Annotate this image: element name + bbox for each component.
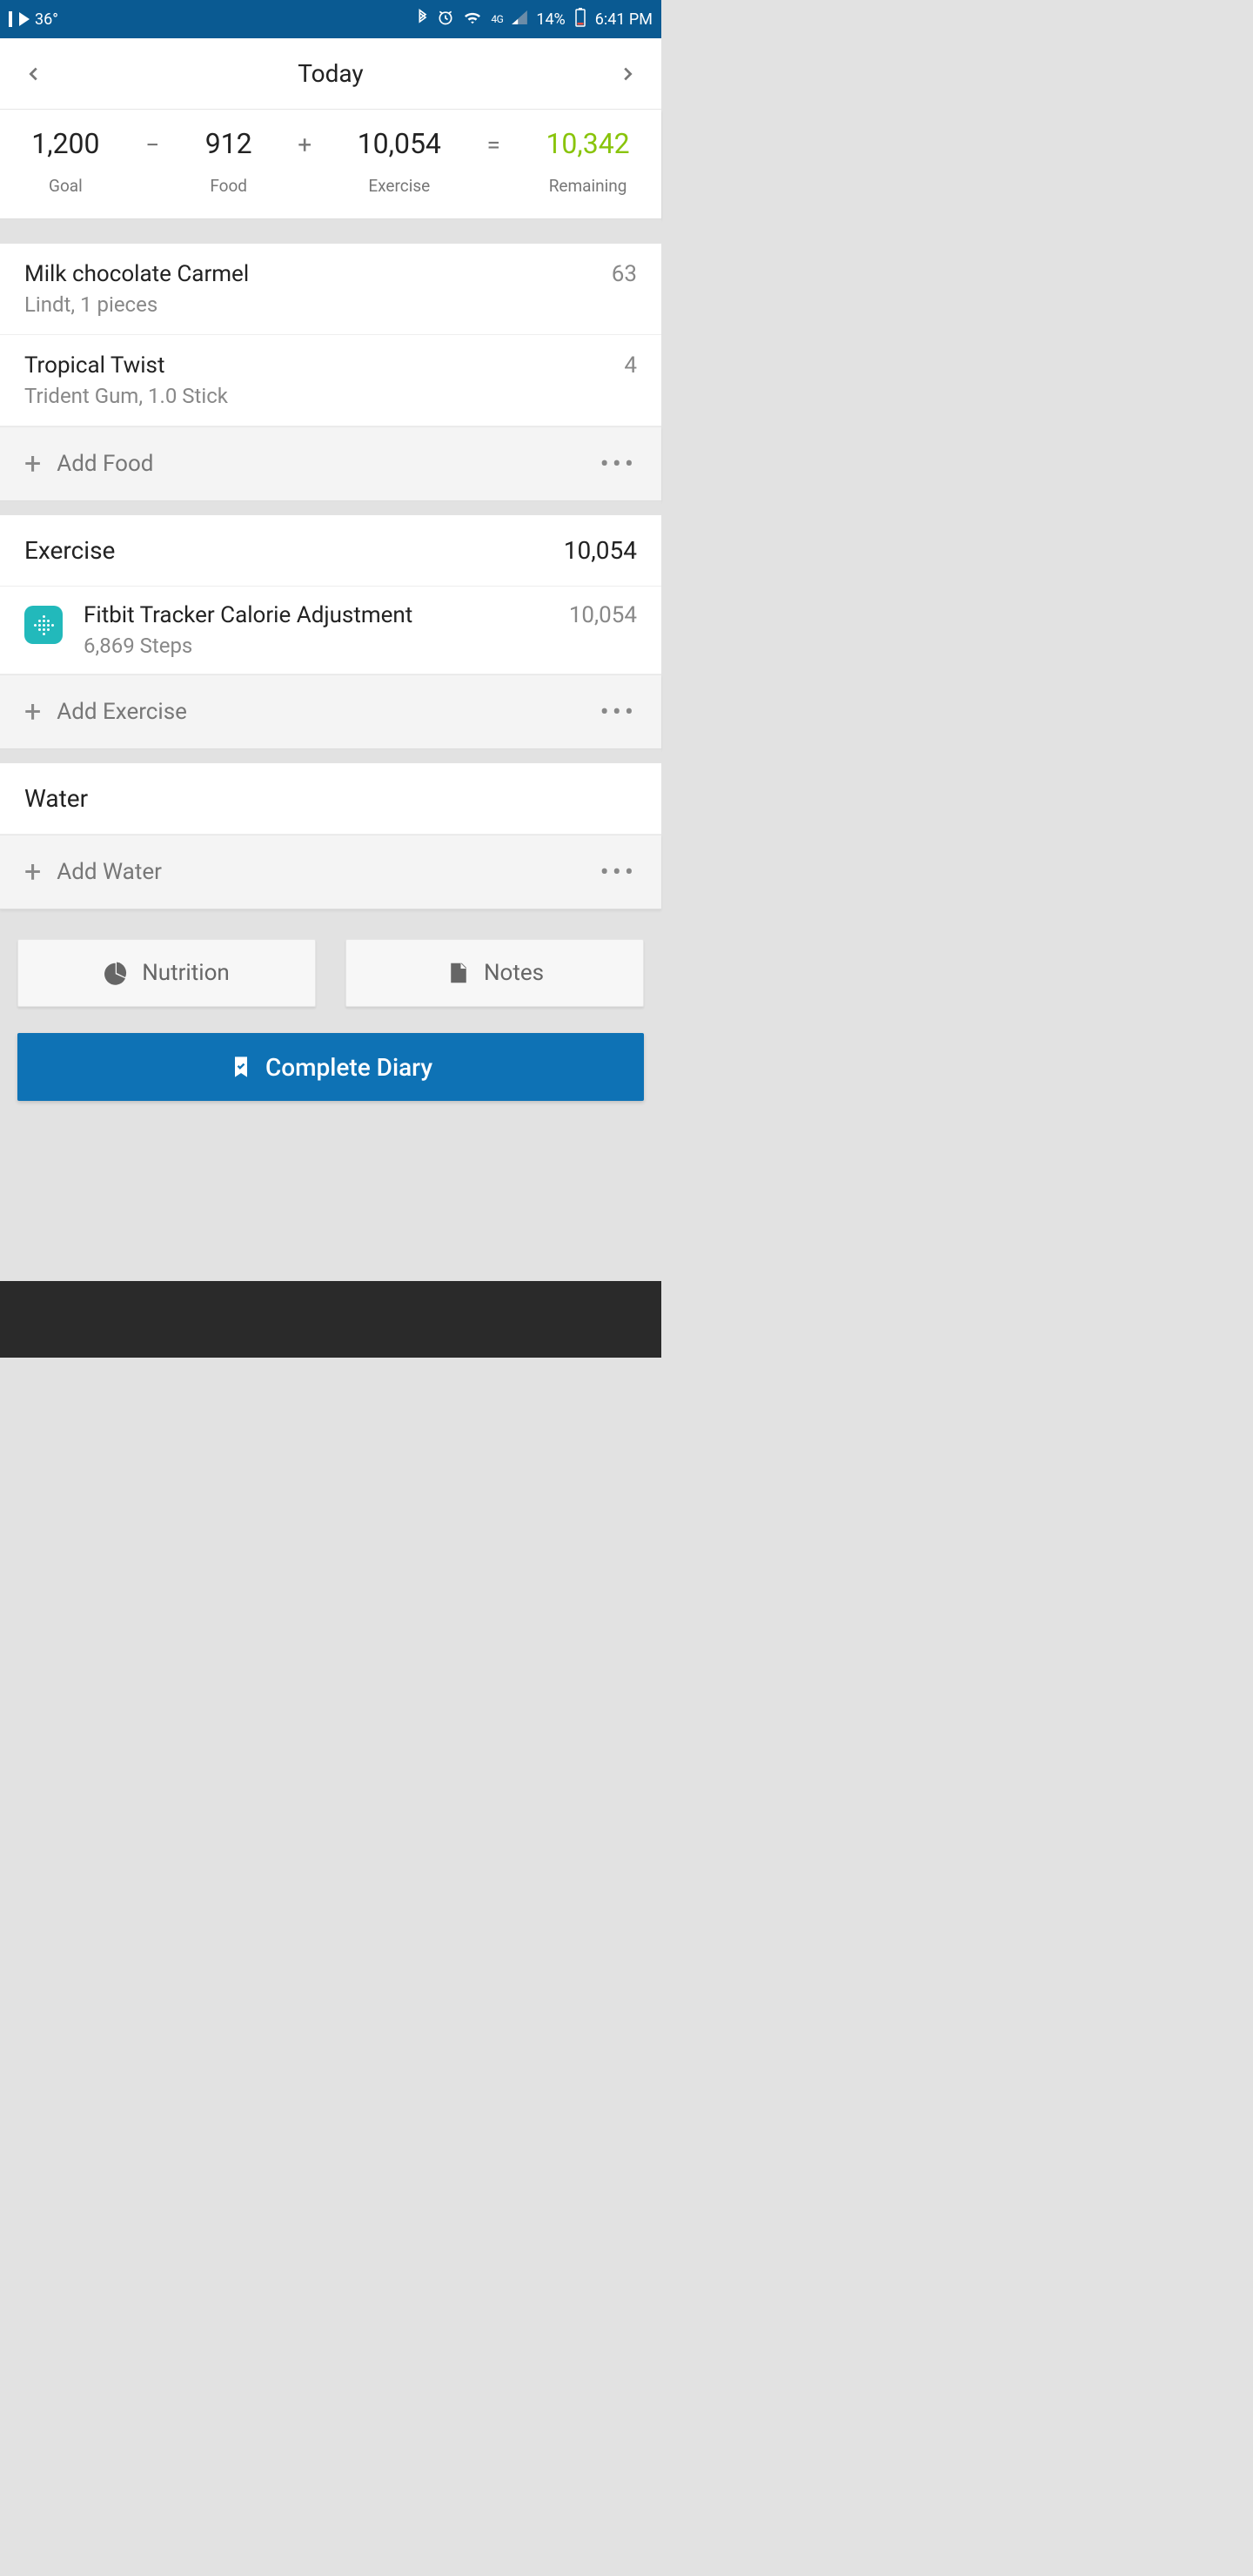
- food-item[interactable]: Tropical Twist Trident Gum, 1.0 Stick 4: [0, 335, 661, 426]
- more-icon[interactable]: •••: [600, 857, 637, 888]
- play-icon: [19, 12, 30, 26]
- exercise-section-header[interactable]: Exercise 10,054: [0, 515, 661, 587]
- date-header: Today: [0, 38, 661, 110]
- next-day-button[interactable]: [593, 38, 661, 109]
- summary-remaining-label: Remaining: [549, 176, 627, 196]
- summary-food-value: 912: [205, 127, 252, 160]
- summary-goal-value: 1,200: [31, 127, 99, 160]
- food-item[interactable]: Milk chocolate Carmel Lindt, 1 pieces 63: [0, 244, 661, 335]
- header-title[interactable]: Today: [298, 59, 363, 88]
- summary-food-label: Food: [210, 176, 247, 196]
- summary-exercise-value: 10,054: [358, 127, 441, 160]
- food-sub: Lindt, 1 pieces: [24, 292, 249, 317]
- add-exercise-label: Add Exercise: [57, 699, 187, 725]
- summary-goal: 1,200 Goal: [31, 127, 99, 196]
- add-water-button[interactable]: + Add Water •••: [0, 835, 661, 909]
- prev-day-button[interactable]: [0, 38, 68, 109]
- plus-icon: +: [24, 446, 41, 481]
- add-food-label: Add Food: [57, 451, 153, 477]
- notes-button[interactable]: Notes: [345, 939, 644, 1007]
- signal-icon: [512, 10, 527, 29]
- plus-op: +: [298, 127, 312, 159]
- food-sub: Trident Gum, 1.0 Stick: [24, 384, 228, 408]
- plus-icon: +: [24, 855, 41, 889]
- water-title: Water: [24, 784, 88, 813]
- calorie-summary[interactable]: 1,200 Goal − 912 Food + 10,054 Exercise …: [0, 110, 661, 219]
- android-navbar: [0, 1281, 661, 1358]
- food-cal: 4: [624, 352, 637, 408]
- add-food-button[interactable]: + Add Food •••: [0, 426, 661, 501]
- summary-remaining: 10,342 Remaining: [546, 127, 629, 196]
- wifi-icon: [463, 10, 482, 30]
- bluetooth-icon: [414, 9, 428, 30]
- summary-goal-label: Goal: [49, 176, 83, 196]
- complete-diary-button[interactable]: Complete Diary: [17, 1033, 644, 1101]
- vibrate-icon: [9, 11, 12, 27]
- exercise-name: Fitbit Tracker Calorie Adjustment: [84, 602, 412, 628]
- summary-exercise: 10,054 Exercise: [358, 127, 441, 196]
- exercise-total: 10,054: [564, 536, 637, 565]
- exercise-sub: 6,869 Steps: [84, 634, 412, 658]
- nutrition-label: Nutrition: [142, 960, 230, 986]
- food-cal: 63: [612, 261, 637, 317]
- summary-remaining-value: 10,342: [546, 127, 629, 160]
- summary-exercise-label: Exercise: [368, 176, 430, 196]
- add-water-label: Add Water: [57, 859, 162, 885]
- exercise-item[interactable]: Fitbit Tracker Calorie Adjustment 6,869 …: [0, 587, 661, 674]
- food-name: Milk chocolate Carmel: [24, 261, 249, 287]
- network-label: 4G: [491, 13, 503, 25]
- fitbit-icon: [24, 606, 63, 644]
- exercise-title: Exercise: [24, 536, 115, 565]
- notes-icon: [446, 960, 472, 986]
- battery-icon: [574, 8, 586, 31]
- bookmark-check-icon: [229, 1055, 253, 1079]
- food-name: Tropical Twist: [24, 352, 228, 379]
- pie-chart-icon: [104, 960, 130, 986]
- status-temp: 36°: [35, 10, 58, 29]
- water-section-header[interactable]: Water: [0, 763, 661, 835]
- summary-food: 912 Food: [205, 127, 252, 196]
- battery-percent: 14%: [536, 10, 565, 29]
- minus-op: −: [145, 127, 159, 159]
- plus-icon: +: [24, 694, 41, 729]
- more-icon[interactable]: •••: [600, 449, 637, 480]
- notes-label: Notes: [484, 960, 544, 986]
- exercise-cal: 10,054: [569, 602, 637, 628]
- nutrition-button[interactable]: Nutrition: [17, 939, 316, 1007]
- eq-op: =: [486, 127, 499, 159]
- add-exercise-button[interactable]: + Add Exercise •••: [0, 674, 661, 749]
- alarm-icon: [437, 9, 454, 30]
- status-clock: 6:41 PM: [595, 10, 653, 29]
- more-icon[interactable]: •••: [600, 697, 637, 728]
- status-bar: 36° 4G 14% 6:41 PM: [0, 0, 661, 38]
- complete-label: Complete Diary: [265, 1053, 432, 1082]
